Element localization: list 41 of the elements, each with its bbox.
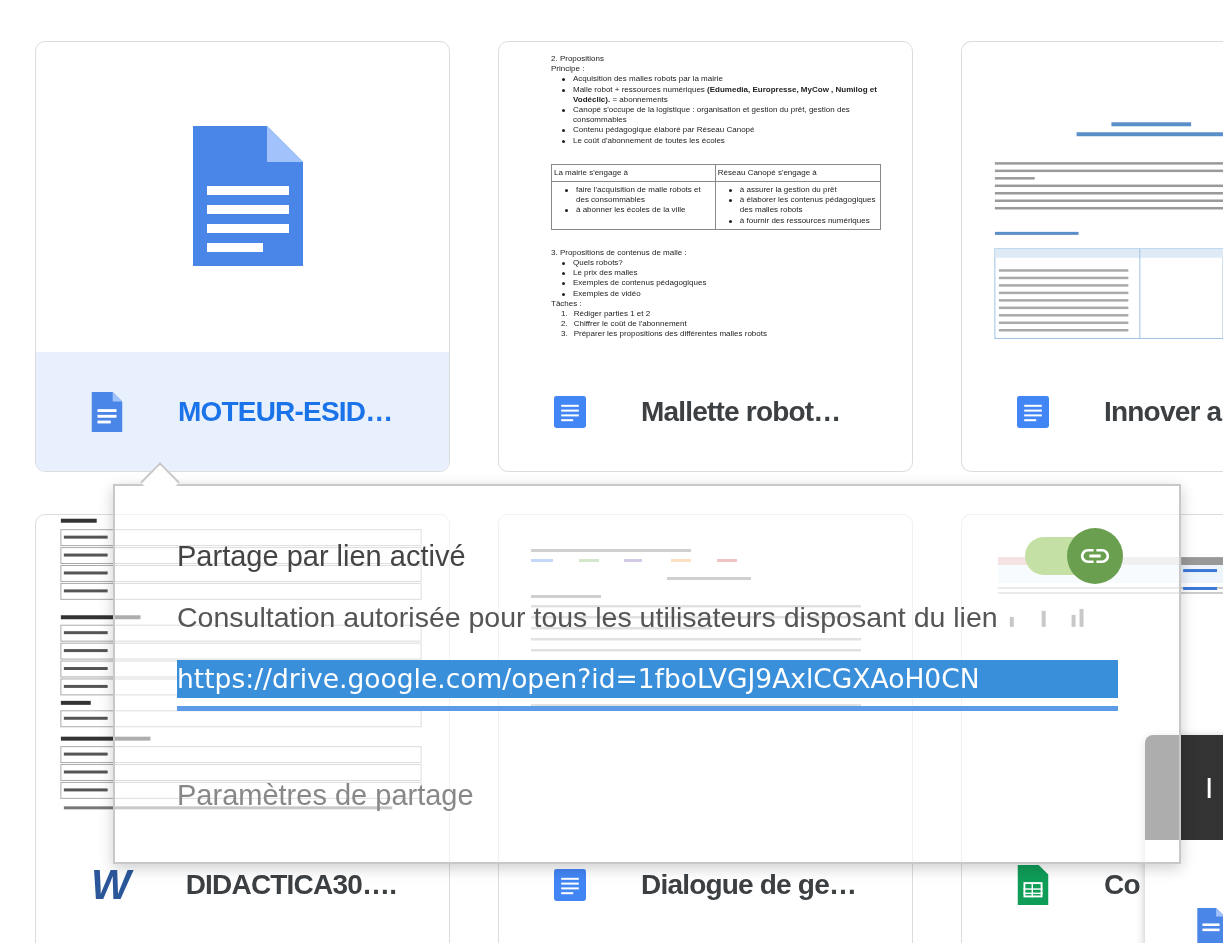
popup-title: Partage par lien activé — [177, 539, 466, 574]
document-icon — [193, 126, 303, 266]
file-title: Dialogue de ge… — [641, 869, 857, 901]
file-title: DIDACTICA30…. — [185, 869, 397, 901]
file-title: Co — [1104, 869, 1140, 901]
list-item: Le coût d'abonnement de toutes les écoles — [551, 135, 881, 146]
link-sharing-toggle[interactable] — [1023, 528, 1123, 584]
file-card[interactable] — [498, 41, 913, 472]
table-cell: Réseau Canopé s'engage à — [715, 164, 881, 182]
list-item: Acquisition des malles robots par la mairie — [551, 74, 881, 85]
list-item: Le prix des malles — [551, 268, 881, 279]
list-item: Exemples de contenus pédagogiques — [551, 278, 881, 289]
word-icon: W — [91, 859, 137, 911]
document-text: 2. Propositions — [551, 54, 605, 65]
list-item: 3. Préparer les propositions des différentes malles robots — [560, 329, 768, 340]
list-item: Quels robots? — [551, 258, 881, 269]
list-item: Canopé s'occupe de la logistique : organisation et gestion du prêt, gestion des consommables — [551, 105, 881, 126]
document-text: Tâches : — [551, 298, 583, 310]
list-item: 2. Chiffrer le coût de l'abonnement — [560, 319, 688, 330]
file-title: Mallette robot… — [641, 396, 841, 428]
file-card-footer[interactable]: Dialogue de ge… — [499, 825, 912, 943]
file-title: MOTEUR-ESID… — [178, 396, 393, 428]
file-card[interactable]: Innover a — [961, 41, 1223, 472]
spreadsheet-icon — [1017, 865, 1049, 905]
document-text: 3. Propositions de contenus de malle : — [551, 247, 688, 259]
table-cell: La mairie s'engage à — [551, 164, 716, 182]
popup-description: Consultation autorisée pour tous les utilisateurs disposant du lien — [177, 601, 998, 634]
preview-title: I — [1205, 770, 1214, 805]
file-card[interactable]: MOTEUR-ESID… — [35, 41, 450, 472]
document-icon — [91, 392, 123, 432]
list-item: Exemples de vidéo — [551, 288, 881, 299]
sharing-settings-link[interactable]: Paramètres de partage — [177, 779, 474, 812]
file-card-footer[interactable]: W DIDACTICA30…. — [36, 825, 449, 943]
list-item: à abonner les écoles de la ville — [554, 205, 713, 216]
file-title: Innover a — [1104, 396, 1222, 428]
list-item: 1. Rédiger parties 1 et 2 — [560, 309, 652, 320]
document-text: Principe : — [551, 64, 586, 75]
list-item: à assurer la gestion du prêt — [717, 185, 878, 196]
list-item: Contenu pédagogique élaboré par Réseau Canopé — [551, 125, 881, 136]
list-item: Malle robot + ressources numériques (Edumedia, Europresse, MyCow , Numilog et Vodéclic). = abonnements — [551, 84, 881, 105]
list-item: à fournir des ressources numériques — [717, 215, 878, 226]
